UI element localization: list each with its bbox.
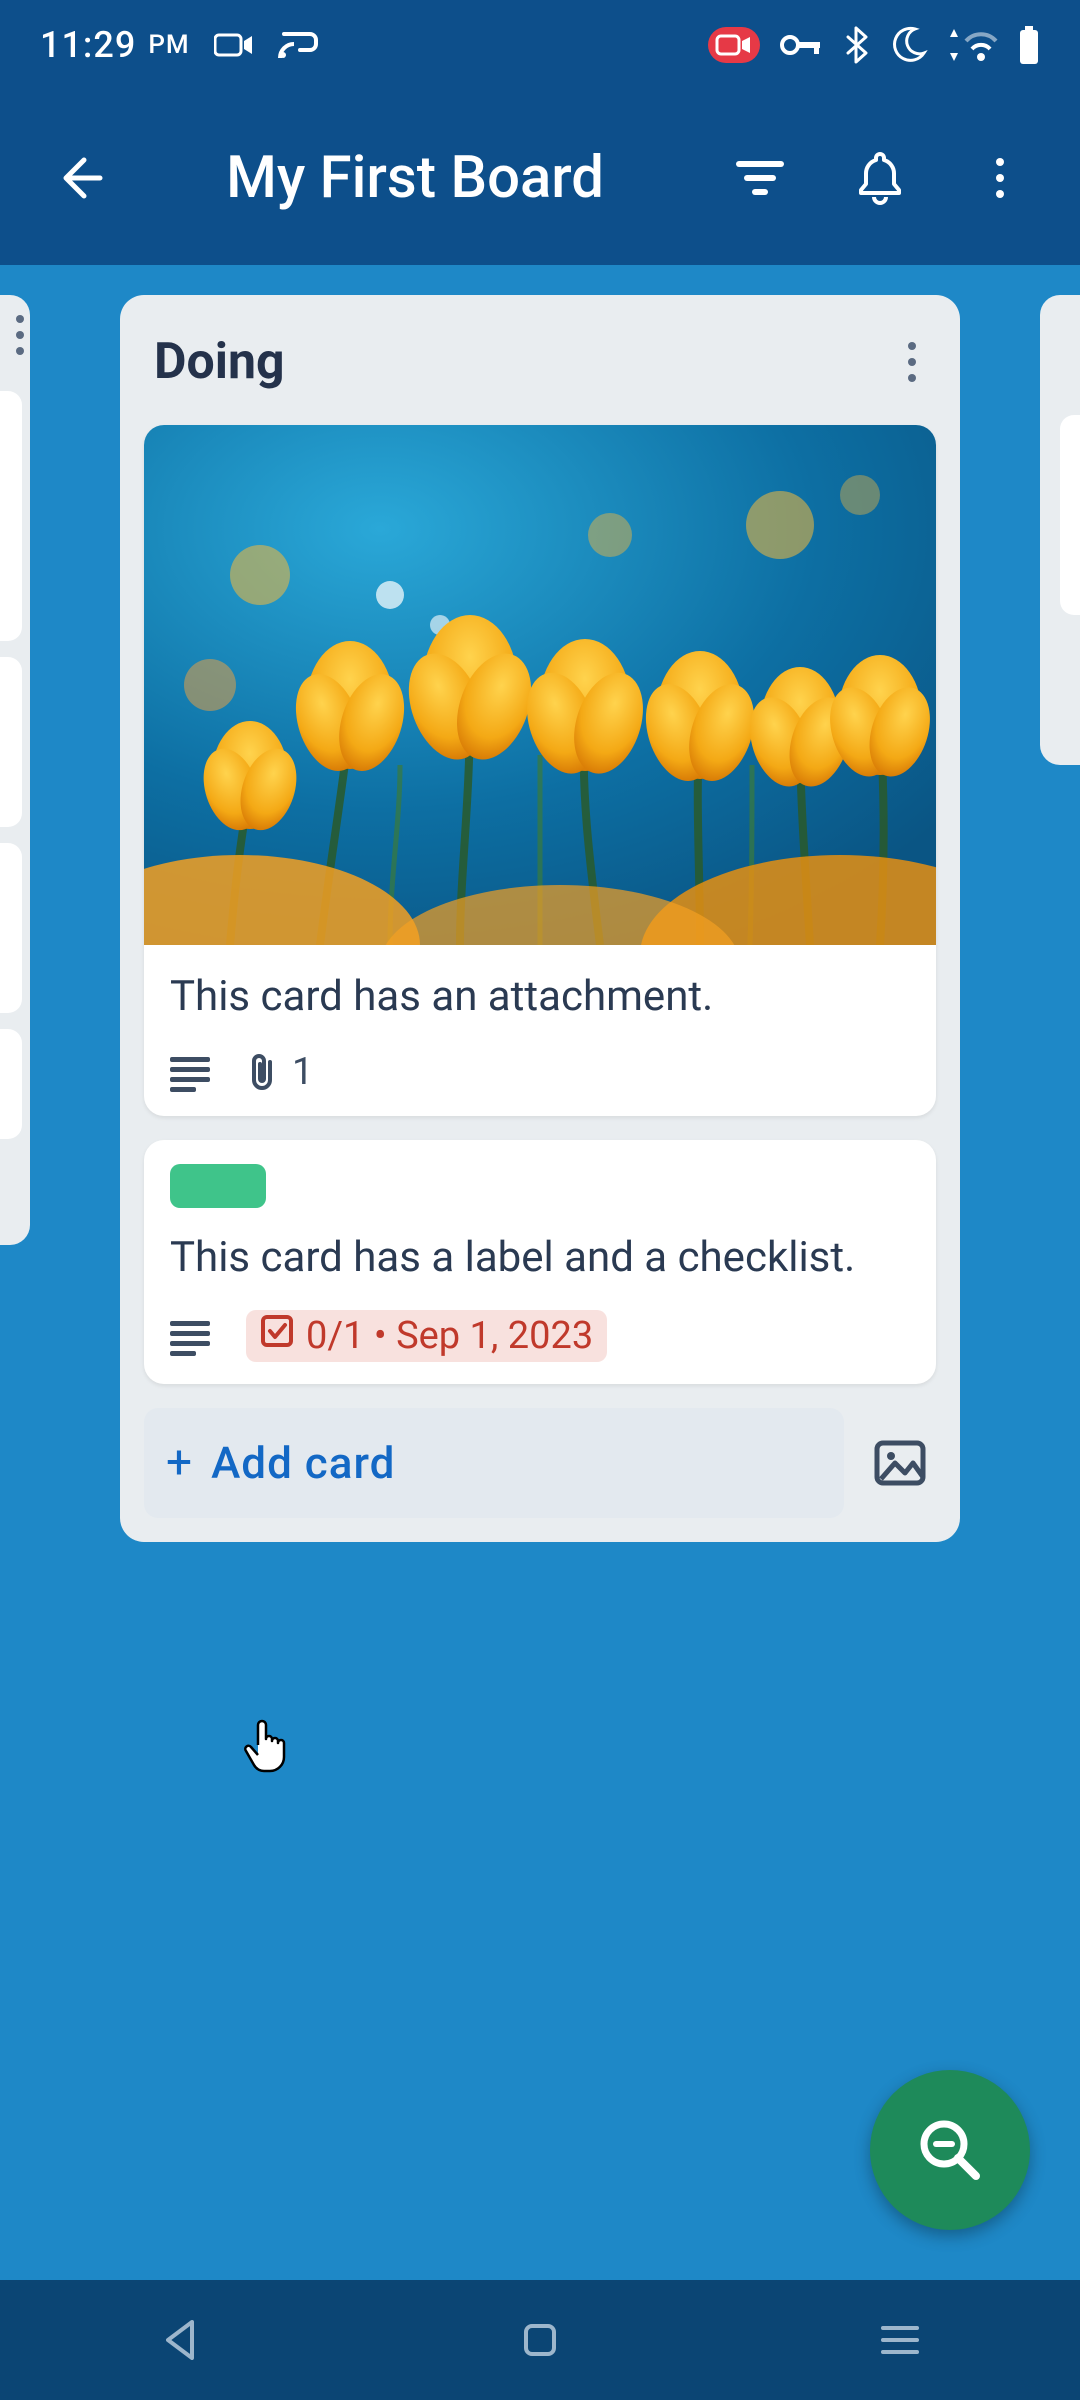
add-card-label: Add card <box>211 1437 395 1489</box>
wifi-data-icon <box>948 27 998 63</box>
system-nav-bar <box>0 2280 1080 2400</box>
card-attachment[interactable]: This card has an attachment. 1 <box>144 425 936 1116</box>
notifications-button[interactable] <box>840 138 920 218</box>
paperclip-icon <box>246 1052 280 1092</box>
add-card-image-button[interactable] <box>864 1427 936 1499</box>
checkbox-icon <box>260 1314 294 1358</box>
screen-record-active-icon <box>708 27 760 63</box>
list-header: Doing <box>144 319 936 425</box>
board-title[interactable]: My First Board <box>150 144 680 212</box>
description-icon <box>170 1057 210 1087</box>
add-card-row: + Add card <box>144 1408 936 1518</box>
cast-icon <box>278 30 318 60</box>
bluetooth-icon <box>844 26 868 64</box>
nav-back-button[interactable] <box>100 2305 260 2375</box>
nav-recents-button[interactable] <box>820 2305 980 2375</box>
add-card-button[interactable]: + Add card <box>144 1408 844 1518</box>
nav-home-button[interactable] <box>460 2305 620 2375</box>
checklist-due-text: 0/1 • Sep 1, 2023 <box>306 1314 593 1358</box>
card-title: This card has an attachment. <box>170 969 910 1026</box>
list-title[interactable]: Doing <box>154 333 285 391</box>
clock-ampm: PM <box>148 30 189 60</box>
vpn-key-icon <box>780 33 824 57</box>
card-label-checklist[interactable]: This card has a label and a checklist. 0… <box>144 1140 936 1385</box>
card-cover-image <box>144 425 936 945</box>
previous-list-peek[interactable] <box>0 295 30 1245</box>
status-right-group <box>708 25 1040 65</box>
cursor-pointer-icon <box>240 1715 290 1779</box>
battery-icon <box>1018 26 1040 64</box>
card-title: This card has a label and a checklist. <box>170 1230 910 1287</box>
board-canvas[interactable]: Doing <box>0 265 1080 2280</box>
screen-record-outline-icon <box>214 31 254 59</box>
dnd-moon-icon <box>888 25 928 65</box>
back-button[interactable] <box>40 138 120 218</box>
plus-icon: + <box>166 1436 193 1490</box>
zoom-fab[interactable] <box>870 2070 1030 2230</box>
overflow-menu-button[interactable] <box>960 138 1040 218</box>
list-doing: Doing <box>120 295 960 1542</box>
list-menu-button[interactable] <box>898 348 926 376</box>
filter-button[interactable] <box>720 138 800 218</box>
card-label-green <box>170 1164 266 1208</box>
app-bar: My First Board <box>0 90 1080 265</box>
status-bar: 11:29 PM <box>0 0 1080 90</box>
attachment-badge: 1 <box>246 1050 313 1094</box>
attachment-count: 1 <box>292 1050 313 1094</box>
description-icon <box>170 1321 210 1351</box>
status-time-group: 11:29 PM <box>40 24 318 66</box>
clock-time: 11:29 <box>40 24 136 66</box>
checklist-due-badge: 0/1 • Sep 1, 2023 <box>246 1310 607 1362</box>
next-list-peek[interactable] <box>1040 295 1080 765</box>
